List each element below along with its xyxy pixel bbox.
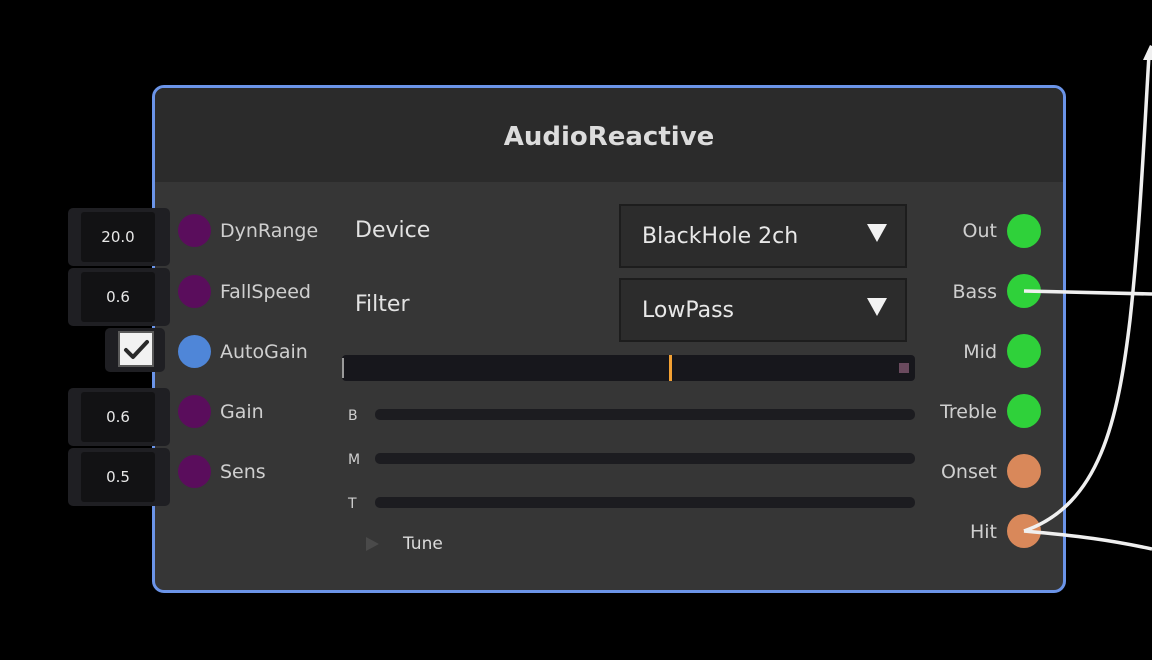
fallspeed-value-field[interactable]: 0.6 [68, 268, 170, 326]
onset-output-socket[interactable] [1007, 454, 1041, 488]
fallspeed-input-socket[interactable] [178, 275, 211, 308]
device-dropdown[interactable]: BlackHole 2ch [619, 204, 907, 268]
node-graph-canvas[interactable]: AudioReactive 20.0 0.6 0.6 0.5 DynRange … [0, 0, 1152, 660]
tune-label[interactable]: Tune [403, 534, 443, 554]
sens-value-field[interactable]: 0.5 [68, 448, 170, 506]
wire-arrow-head-icon [1143, 45, 1152, 60]
dropdown-arrow-icon [867, 224, 887, 242]
audio-reactive-node[interactable]: AudioReactive [152, 85, 1066, 593]
sens-label: Sens [220, 461, 266, 483]
autogain-checkbox-wrapper [105, 328, 165, 372]
filter-selected-value: LowPass [642, 298, 735, 323]
gain-value[interactable]: 0.6 [81, 392, 155, 442]
gain-input-socket[interactable] [178, 395, 211, 428]
bass-label: Bass [952, 281, 997, 303]
mid-label: Mid [963, 341, 997, 363]
band-label-mid: M [348, 452, 361, 468]
gain-label: Gain [220, 401, 264, 423]
out-label: Out [962, 220, 997, 242]
sens-value[interactable]: 0.5 [81, 452, 155, 502]
level-meter-marker[interactable] [669, 355, 672, 381]
checkmark-icon [124, 340, 149, 359]
level-meter[interactable] [342, 355, 915, 381]
tune-expand-arrow-icon[interactable] [366, 537, 379, 551]
node-header[interactable]: AudioReactive [155, 88, 1063, 182]
sens-input-socket[interactable] [178, 455, 211, 488]
hit-output-socket[interactable] [1007, 514, 1041, 548]
node-title: AudioReactive [503, 122, 715, 152]
level-meter-start-tick [342, 358, 344, 378]
fallspeed-label: FallSpeed [220, 281, 311, 303]
autogain-input-socket[interactable] [178, 335, 211, 368]
band-meter-bass [375, 409, 915, 420]
device-label: Device [355, 218, 431, 243]
band-label-treble: T [348, 496, 357, 512]
device-selected-value: BlackHole 2ch [642, 224, 799, 249]
dynrange-value-field[interactable]: 20.0 [68, 208, 170, 266]
fallspeed-value[interactable]: 0.6 [81, 272, 155, 322]
dynrange-label: DynRange [220, 220, 319, 242]
dropdown-arrow-icon [867, 298, 887, 316]
treble-output-socket[interactable] [1007, 394, 1041, 428]
level-meter-end-marker [899, 363, 909, 373]
bass-output-socket[interactable] [1007, 274, 1041, 308]
autogain-label: AutoGain [220, 341, 308, 363]
mid-output-socket[interactable] [1007, 334, 1041, 368]
dynrange-value[interactable]: 20.0 [81, 212, 155, 262]
gain-value-field[interactable]: 0.6 [68, 388, 170, 446]
filter-label: Filter [355, 292, 410, 317]
band-meter-treble [375, 497, 915, 508]
band-label-bass: B [348, 408, 358, 424]
hit-label: Hit [969, 521, 997, 543]
out-output-socket[interactable] [1007, 214, 1041, 248]
dynrange-input-socket[interactable] [178, 214, 211, 247]
band-meter-mid [375, 453, 915, 464]
filter-dropdown[interactable]: LowPass [619, 278, 907, 342]
onset-label: Onset [940, 461, 997, 483]
autogain-checkbox[interactable] [118, 331, 154, 367]
treble-label: Treble [940, 401, 997, 423]
